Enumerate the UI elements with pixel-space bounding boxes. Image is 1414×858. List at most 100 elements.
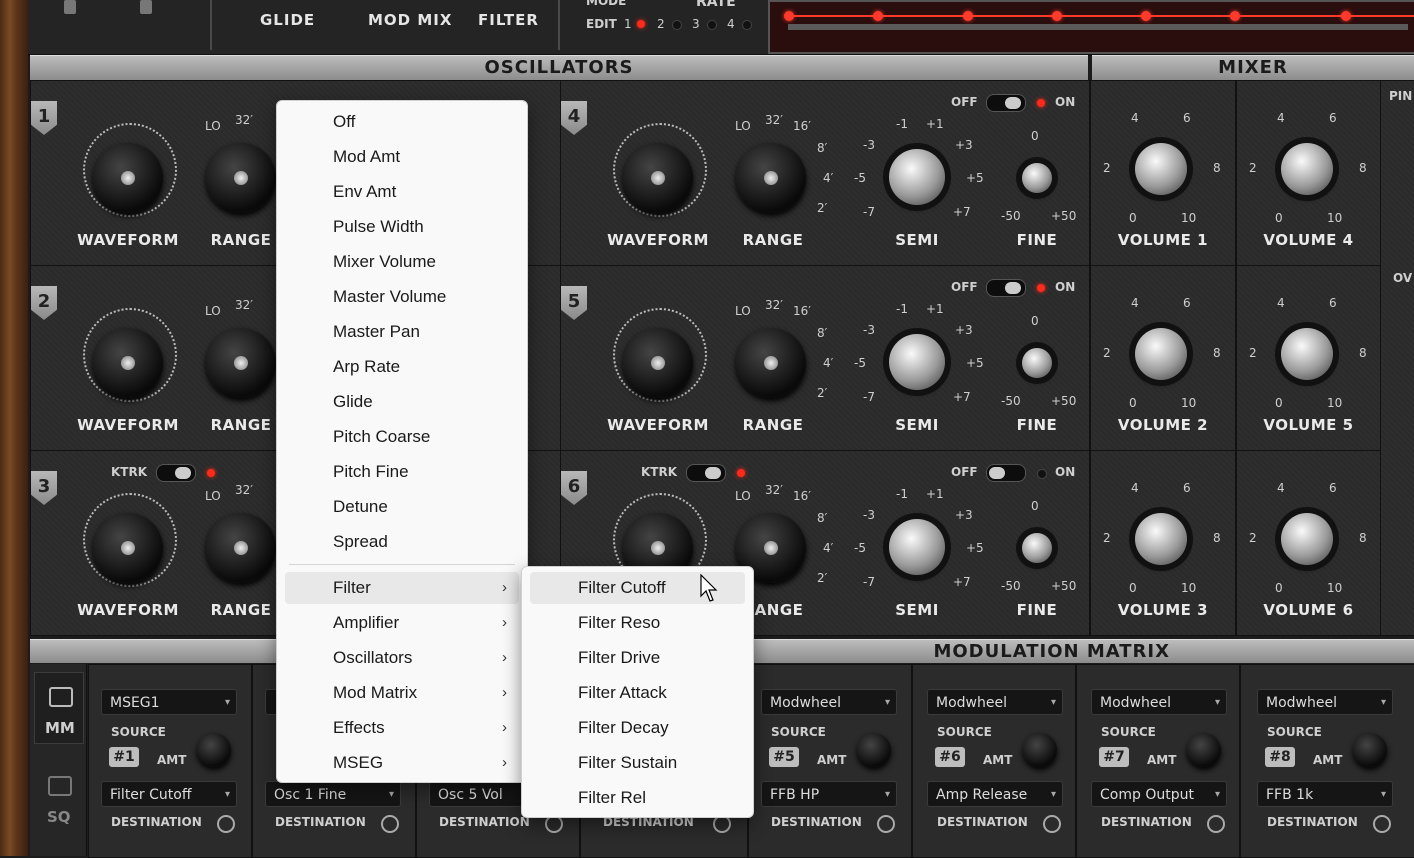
osc-number-badge: 6 <box>561 471 587 505</box>
source-dropdown[interactable]: Modwheel <box>1257 689 1393 716</box>
volume-knob[interactable] <box>1281 143 1333 195</box>
waveform-knob[interactable] <box>93 143 163 213</box>
amt-knob[interactable] <box>1353 733 1387 767</box>
osc-on-toggle[interactable] <box>986 464 1026 482</box>
range-knob[interactable] <box>206 513 276 583</box>
volume-tick: 0 <box>1275 211 1283 225</box>
menu-item-spread[interactable]: Spread <box>285 526 519 558</box>
amt-label: AMT <box>1313 753 1343 767</box>
submenu-item-filter-rel[interactable]: Filter Rel <box>530 782 745 814</box>
menu-item-mod-matrix[interactable]: Mod Matrix › <box>285 677 519 709</box>
volume-knob[interactable] <box>1281 513 1333 565</box>
osc-on-toggle[interactable] <box>986 279 1026 297</box>
semi-knob[interactable] <box>889 334 945 390</box>
menu-item-master-pan[interactable]: Master Pan <box>285 316 519 348</box>
source-dropdown[interactable]: Modwheel <box>927 689 1063 716</box>
menu-item-master-volume[interactable]: Master Volume <box>285 281 519 313</box>
range-knob[interactable] <box>736 328 806 398</box>
menu-item-amplifier[interactable]: Amplifier › <box>285 607 519 639</box>
amt-knob[interactable] <box>197 733 231 767</box>
destination-dropdown[interactable]: Comp Output <box>1091 781 1227 808</box>
source-dropdown[interactable]: Modwheel <box>761 689 897 716</box>
destination-dropdown[interactable]: FFB HP <box>761 781 897 808</box>
sequencer-display[interactable] <box>768 0 1414 54</box>
crosshair-icon[interactable] <box>217 815 235 833</box>
range-knob[interactable] <box>206 143 276 213</box>
waveform-knob[interactable] <box>93 328 163 398</box>
menu-item-oscillators[interactable]: Oscillators › <box>285 642 519 674</box>
waveform-knob[interactable] <box>623 328 693 398</box>
edit-num-1[interactable]: 1 <box>624 17 632 31</box>
menu-item-pulse-width[interactable]: Pulse Width <box>285 211 519 243</box>
volume-knob[interactable] <box>1135 328 1187 380</box>
semi-knob[interactable] <box>889 149 945 205</box>
volume-tick: 10 <box>1181 396 1197 410</box>
volume-tick: 2 <box>1249 531 1257 545</box>
destination-label: DESTINATION <box>1101 815 1192 829</box>
source-dropdown[interactable]: MSEG1 <box>101 689 237 716</box>
fine-knob[interactable] <box>1022 533 1052 563</box>
waveform-knob[interactable] <box>623 143 693 213</box>
waveform-knob[interactable] <box>93 513 163 583</box>
range-knob[interactable] <box>206 328 276 398</box>
submenu-item-filter-reso[interactable]: Filter Reso <box>530 607 745 639</box>
mode-label: MODE <box>586 0 627 8</box>
fine-knob[interactable] <box>1022 163 1052 193</box>
volume-knob[interactable] <box>1281 328 1333 380</box>
mm-tab[interactable]: MM <box>34 672 84 744</box>
ktrk-toggle[interactable] <box>686 464 726 482</box>
destination-dropdown[interactable]: Amp Release <box>927 781 1063 808</box>
volume-tick: 2 <box>1103 161 1111 175</box>
crosshair-icon[interactable] <box>1207 815 1225 833</box>
menu-item-off[interactable]: Off <box>285 106 519 138</box>
fine-knob[interactable] <box>1022 348 1052 378</box>
range-4-label: 4′ <box>823 171 834 185</box>
edit-num-3[interactable]: 3 <box>692 17 700 31</box>
destination-dropdown[interactable]: Osc 1 Fine <box>265 781 401 808</box>
semi-tick: +3 <box>955 138 973 152</box>
amt-knob[interactable] <box>1023 733 1057 767</box>
menu-item-arp-rate[interactable]: Arp Rate <box>285 351 519 383</box>
destination-dropdown[interactable]: FFB 1k <box>1257 781 1393 808</box>
sq-tab[interactable]: SQ <box>34 758 82 828</box>
submenu-item-filter-decay[interactable]: Filter Decay <box>530 712 745 744</box>
waveform-label: WAVEFORM <box>77 231 179 249</box>
edit-num-4[interactable]: 4 <box>727 17 735 31</box>
menu-item-glide[interactable]: Glide <box>285 386 519 418</box>
destination-dropdown[interactable]: Filter Cutoff <box>101 781 237 808</box>
menu-item-mod-amt[interactable]: Mod Amt <box>285 141 519 173</box>
crosshair-icon[interactable] <box>1043 815 1061 833</box>
top-switch-cluster[interactable] <box>58 0 152 14</box>
source-dropdown[interactable]: Modwheel <box>1091 689 1227 716</box>
semi-tick: -5 <box>854 171 866 185</box>
range-knob[interactable] <box>736 143 806 213</box>
menu-item-mseg[interactable]: MSEG › <box>285 747 519 779</box>
menu-item-pitch-fine[interactable]: Pitch Fine <box>285 456 519 488</box>
semi-knob[interactable] <box>889 519 945 575</box>
menu-item-pitch-coarse[interactable]: Pitch Coarse <box>285 421 519 453</box>
menu-item-detune[interactable]: Detune <box>285 491 519 523</box>
amt-knob[interactable] <box>857 733 891 767</box>
submenu-item-filter-attack[interactable]: Filter Attack <box>530 677 745 709</box>
submenu-item-filter-sustain[interactable]: Filter Sustain <box>530 747 745 779</box>
crosshair-icon[interactable] <box>381 815 399 833</box>
semi-tick: -1 <box>896 117 908 131</box>
pin-column: PIN OV <box>1380 80 1414 636</box>
edit-num-2[interactable]: 2 <box>657 17 665 31</box>
list-icon <box>49 687 73 707</box>
modulation-destination-menu: Off Mod Amt Env Amt Pulse Width Mixer Vo… <box>276 100 528 783</box>
menu-item-effects[interactable]: Effects › <box>285 712 519 744</box>
menu-item-env-amt[interactable]: Env Amt <box>285 176 519 208</box>
osc-on-toggle[interactable] <box>986 94 1026 112</box>
volume-knob[interactable] <box>1135 513 1187 565</box>
submenu-item-filter-drive[interactable]: Filter Drive <box>530 642 745 674</box>
ov-label: OV <box>1393 271 1413 285</box>
menu-item-mixer-volume[interactable]: Mixer Volume <box>285 246 519 278</box>
ktrk-toggle[interactable] <box>156 464 196 482</box>
volume-knob[interactable] <box>1135 143 1187 195</box>
crosshair-icon[interactable] <box>877 815 895 833</box>
crosshair-icon[interactable] <box>1373 815 1391 833</box>
edit-led-2 <box>672 20 682 30</box>
amt-knob[interactable] <box>1187 733 1221 767</box>
menu-item-filter[interactable]: Filter › <box>285 572 519 604</box>
